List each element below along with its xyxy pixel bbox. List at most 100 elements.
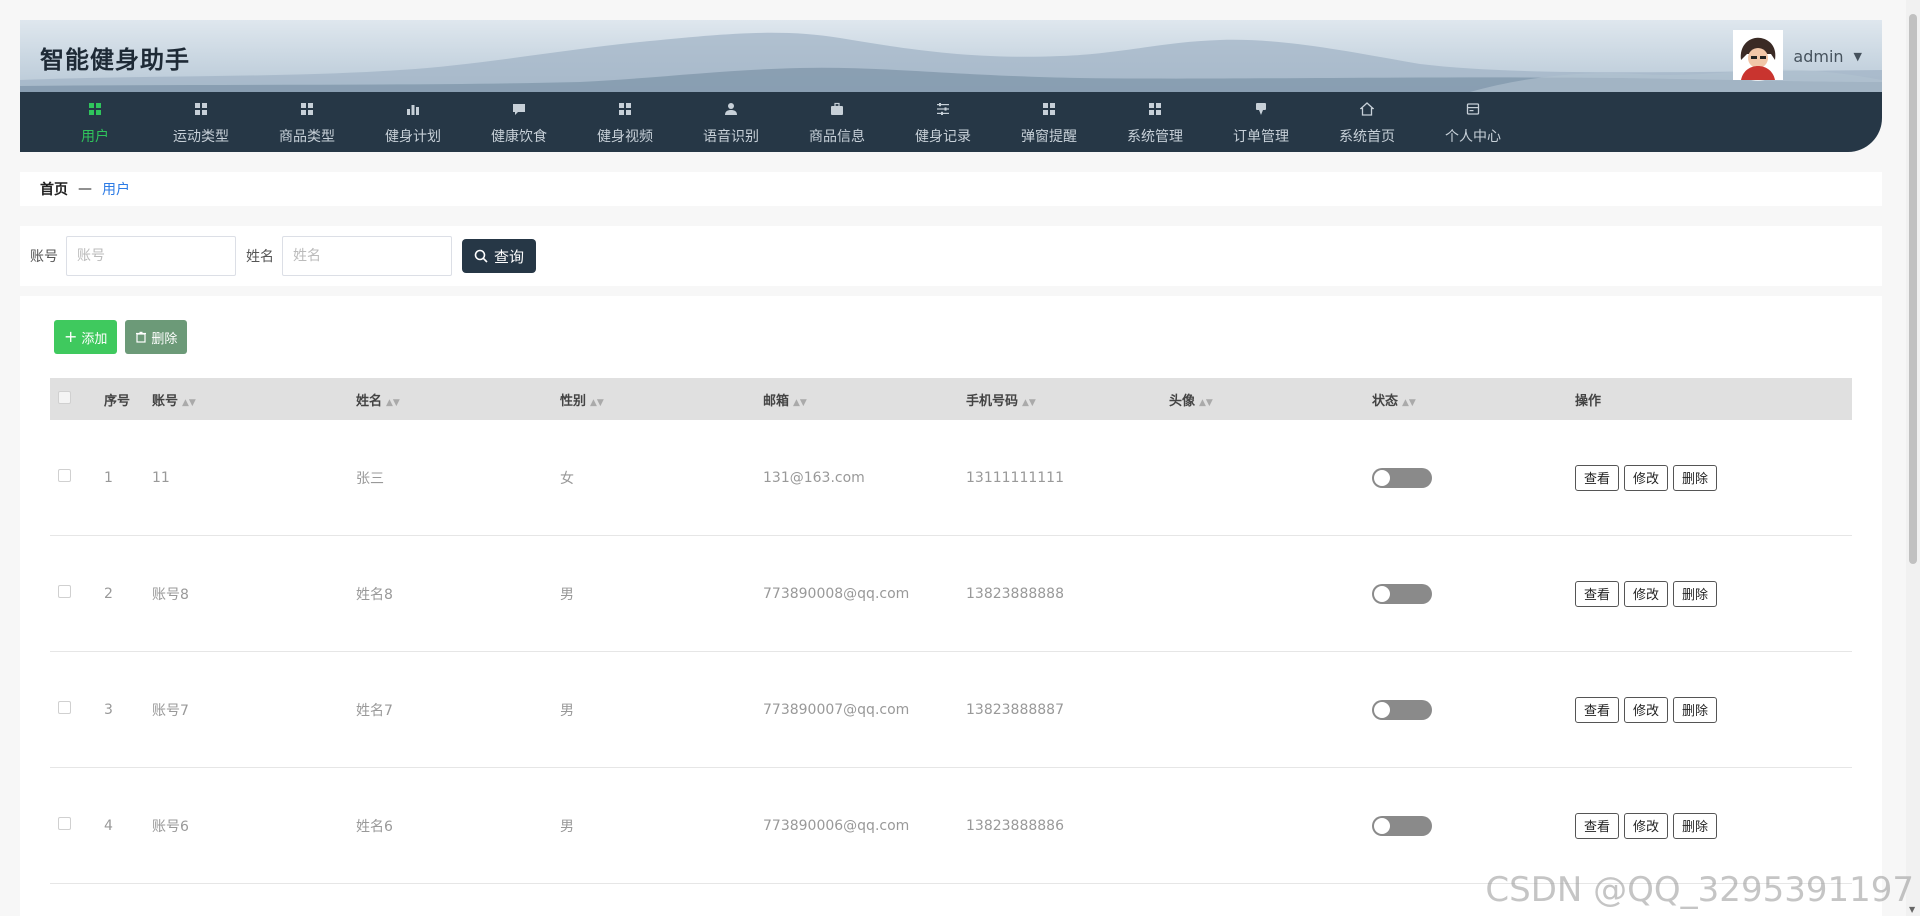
scrollbar-thumb[interactable] bbox=[1909, 14, 1917, 564]
cell-phone: 13823888887 bbox=[966, 701, 1064, 718]
row-checkbox[interactable] bbox=[58, 469, 71, 482]
column-header[interactable]: 头像 bbox=[1169, 394, 1195, 409]
row-checkbox[interactable] bbox=[58, 585, 71, 598]
column-header[interactable]: 邮箱 bbox=[763, 394, 789, 409]
nav-item-6[interactable]: 语音识别 bbox=[678, 92, 784, 152]
status-toggle[interactable] bbox=[1372, 815, 1432, 836]
account-search-input[interactable] bbox=[66, 236, 236, 276]
view-button[interactable]: 查看 bbox=[1575, 696, 1620, 723]
cell-email: 773890007@qq.com bbox=[763, 701, 910, 718]
cell-name: 姓名7 bbox=[356, 702, 393, 719]
table-row: 4 账号6 姓名6 男 773890006@qq.com 13823888886 查看 修改删… bbox=[50, 768, 1852, 884]
nav-item-label: 个人中心 bbox=[1445, 129, 1501, 145]
column-header[interactable]: 性别 bbox=[560, 394, 586, 409]
view-button[interactable]: 查看 bbox=[1575, 812, 1620, 839]
breadcrumb-current: 用户 bbox=[102, 182, 130, 198]
nav-item-label: 系统首页 bbox=[1339, 129, 1395, 145]
edit-button[interactable]: 修改 bbox=[1624, 812, 1669, 839]
column-header[interactable]: 状态 bbox=[1372, 394, 1398, 409]
cell-account: 11 bbox=[152, 469, 170, 486]
chevron-down-icon[interactable]: ▼ bbox=[1854, 50, 1862, 63]
nav-item-label: 健身记录 bbox=[915, 129, 971, 145]
nav-item-1[interactable]: 运动类型 bbox=[148, 92, 254, 152]
table-header: 序号 账号 ▲▼ 姓名 ▲▼ 性别 ▲▼ 邮箱 ▲▼ 手机号码 ▲▼ 头像 ▲▼ 状态 ▲▼ … bbox=[50, 378, 1852, 420]
delete-button[interactable]: 删除 bbox=[1673, 696, 1718, 723]
page-scrollbar[interactable]: ▼ bbox=[1906, 0, 1920, 916]
cell-account: 账号7 bbox=[152, 702, 189, 719]
nav-item-8[interactable]: 健身记录 bbox=[890, 92, 996, 152]
sort-icon[interactable]: ▲▼ bbox=[1402, 398, 1416, 408]
row-index: 4 bbox=[104, 817, 113, 834]
status-toggle[interactable] bbox=[1372, 583, 1432, 604]
user-menu[interactable]: admin ▼ bbox=[1733, 30, 1862, 82]
cell-name: 张三 bbox=[356, 470, 384, 487]
cell-account: 账号8 bbox=[152, 586, 189, 603]
nav-item-9[interactable]: 弹窗提醒 bbox=[996, 92, 1102, 152]
nav-item-10[interactable]: 系统管理 bbox=[1102, 92, 1208, 152]
bulk-delete-button[interactable]: 删除 bbox=[125, 320, 188, 354]
row-checkbox[interactable] bbox=[58, 701, 71, 714]
query-button-label: 查询 bbox=[494, 247, 525, 266]
select-all-checkbox[interactable] bbox=[58, 390, 71, 404]
status-toggle[interactable] bbox=[1372, 467, 1432, 488]
edit-button[interactable]: 修改 bbox=[1624, 464, 1669, 491]
edit-button[interactable]: 修改 bbox=[1624, 696, 1669, 723]
window-icon bbox=[1466, 102, 1480, 116]
view-button[interactable]: 查看 bbox=[1575, 580, 1620, 607]
nav-item-4[interactable]: 健康饮食 bbox=[466, 92, 572, 152]
sort-icon[interactable]: ▲▼ bbox=[1022, 398, 1036, 408]
cell-sex: 男 bbox=[560, 702, 574, 719]
breadcrumb-separator: — bbox=[78, 181, 92, 197]
add-button-label: 添加 bbox=[81, 331, 108, 347]
status-toggle[interactable] bbox=[1372, 699, 1432, 720]
delete-button[interactable]: 删除 bbox=[1673, 464, 1718, 491]
username[interactable]: admin bbox=[1793, 47, 1843, 66]
nav-item-label: 订单管理 bbox=[1233, 129, 1289, 145]
row-checkbox[interactable] bbox=[58, 817, 71, 830]
nav-item-12[interactable]: 系统首页 bbox=[1314, 92, 1420, 152]
site-title: 智能健身助手 bbox=[40, 46, 190, 74]
sort-icon[interactable]: ▲▼ bbox=[590, 398, 604, 408]
nav-item-11[interactable]: 订单管理 bbox=[1208, 92, 1314, 152]
cell-name: 姓名8 bbox=[356, 586, 393, 603]
person-icon bbox=[724, 102, 738, 116]
app-header: 智能健身助手 admin ▼ 用户 运动类型 商品类型 健身计划 健康饮食 健身视频 语音识… bbox=[20, 20, 1882, 152]
sort-icon[interactable]: ▲▼ bbox=[386, 398, 400, 408]
nav-item-5[interactable]: 健身视频 bbox=[572, 92, 678, 152]
nav-item-label: 系统管理 bbox=[1127, 129, 1183, 145]
grid-icon bbox=[194, 102, 208, 116]
add-button[interactable]: + 添加 bbox=[54, 320, 118, 354]
briefcase-icon bbox=[830, 102, 844, 116]
table-row: 2 账号8 姓名8 男 773890008@qq.com 13823888888 查看 修改删… bbox=[50, 536, 1852, 652]
search-icon bbox=[474, 249, 488, 263]
nav-item-0[interactable]: 用户 bbox=[42, 92, 148, 152]
delete-button[interactable]: 删除 bbox=[1673, 812, 1718, 839]
nav-item-7[interactable]: 商品信息 bbox=[784, 92, 890, 152]
search-bar: 账号 姓名 查询 bbox=[20, 226, 1882, 286]
column-header[interactable]: 姓名 bbox=[356, 394, 382, 409]
account-label: 账号 bbox=[30, 249, 58, 265]
nav-item-label: 商品信息 bbox=[809, 129, 865, 145]
sort-icon[interactable]: ▲▼ bbox=[1199, 398, 1213, 408]
column-header[interactable]: 账号 bbox=[152, 394, 178, 409]
breadcrumb-home[interactable]: 首页 bbox=[40, 179, 68, 199]
name-search-input[interactable] bbox=[282, 236, 452, 276]
scroll-down-arrow-icon[interactable]: ▼ bbox=[1909, 905, 1915, 914]
delete-button[interactable]: 删除 bbox=[1673, 580, 1718, 607]
cell-sex: 女 bbox=[560, 470, 574, 487]
edit-button[interactable]: 修改 bbox=[1624, 580, 1669, 607]
avatar[interactable] bbox=[1733, 30, 1784, 81]
view-button[interactable]: 查看 bbox=[1575, 464, 1620, 491]
sort-icon[interactable]: ▲▼ bbox=[793, 398, 807, 408]
trash-icon bbox=[136, 331, 147, 343]
nav-item-label: 健身计划 bbox=[385, 129, 441, 145]
nav-item-13[interactable]: 个人中心 bbox=[1420, 92, 1526, 152]
sort-icon[interactable]: ▲▼ bbox=[182, 398, 196, 408]
column-header[interactable]: 手机号码 bbox=[966, 394, 1018, 409]
column-header: 序号 bbox=[104, 393, 131, 409]
nav-item-2[interactable]: 商品类型 bbox=[254, 92, 360, 152]
nav-item-3[interactable]: 健身计划 bbox=[360, 92, 466, 152]
delete-button-label: 删除 bbox=[151, 331, 178, 347]
query-button[interactable]: 查询 bbox=[462, 239, 537, 273]
cell-phone: 13823888886 bbox=[966, 817, 1064, 834]
